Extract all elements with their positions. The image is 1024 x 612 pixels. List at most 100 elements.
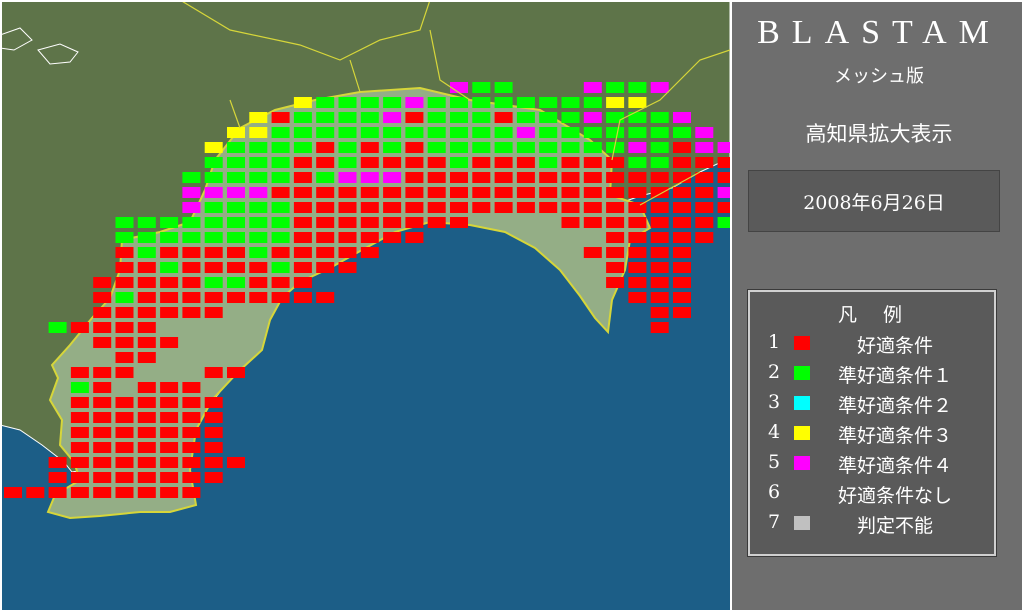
mesh-cell	[293, 127, 312, 138]
mesh-cell	[204, 367, 223, 378]
legend-num: 3	[768, 391, 781, 413]
mesh-cell	[561, 157, 580, 168]
mesh-cell	[137, 337, 156, 348]
mesh-cell	[383, 217, 402, 228]
mesh-cell	[137, 322, 156, 333]
legend-title: 凡例	[837, 304, 928, 326]
mesh-cell	[695, 127, 714, 138]
mesh-cell	[93, 382, 112, 393]
legend-label: 好適条件なし	[837, 485, 952, 507]
mesh-cell	[115, 322, 134, 333]
mesh-cell	[650, 172, 669, 183]
mesh-cell	[427, 142, 446, 153]
mesh-cell	[673, 127, 691, 138]
mesh-cell	[583, 187, 602, 198]
mesh-cell	[137, 397, 156, 408]
map-view[interactable]	[0, 0, 730, 612]
mesh-cell	[160, 427, 179, 438]
mesh-cell	[427, 127, 446, 138]
mesh-cell	[293, 97, 312, 108]
mesh-cell	[93, 397, 112, 408]
mesh-cell	[249, 142, 268, 153]
mesh-cell	[293, 262, 312, 273]
mesh-cell	[628, 262, 647, 273]
mesh-cell	[271, 127, 290, 138]
mesh-cell	[316, 157, 335, 168]
mesh-cell	[338, 142, 357, 153]
mesh-cell	[561, 142, 580, 153]
mesh-cell	[695, 187, 714, 198]
mesh-cell	[227, 127, 245, 138]
mesh-cell	[271, 202, 290, 213]
mesh-cell	[249, 262, 268, 273]
mesh-cell	[115, 277, 134, 288]
mesh-cell	[472, 202, 491, 213]
mesh-cell	[93, 322, 112, 333]
mesh-cell	[360, 157, 379, 168]
legend-label: 準好適条件２	[837, 395, 952, 417]
mesh-cell	[271, 187, 290, 198]
legend-label: 判定不能	[856, 515, 933, 537]
mesh-cell	[293, 292, 312, 303]
mesh-cell	[160, 472, 179, 483]
legend-label: 準好適条件１	[837, 365, 952, 387]
mesh-cell	[137, 292, 156, 303]
mesh-cell	[249, 217, 268, 228]
mesh-cell	[160, 412, 179, 423]
mesh-cell	[227, 232, 245, 243]
mesh-cell	[494, 172, 513, 183]
legend-swatch	[794, 516, 810, 530]
mesh-cell	[338, 232, 357, 243]
mesh-cell	[271, 217, 290, 228]
mesh-cell	[93, 427, 112, 438]
mesh-cell	[227, 157, 245, 168]
mesh-cell	[628, 142, 647, 153]
mesh-cell	[115, 397, 134, 408]
mesh-cell	[494, 157, 513, 168]
mesh-cell	[48, 457, 67, 468]
mesh-cell	[494, 82, 513, 93]
mesh-cell	[695, 157, 714, 168]
mesh-cell	[673, 277, 691, 288]
mesh-cell	[115, 307, 134, 318]
legend-num: 5	[768, 451, 781, 473]
mesh-cell	[338, 112, 357, 123]
mesh-cell	[383, 142, 402, 153]
mesh-cell	[227, 457, 245, 468]
mesh-cell	[93, 472, 112, 483]
mesh-cell	[115, 337, 134, 348]
mesh-cell	[427, 217, 446, 228]
mesh-cell	[182, 457, 201, 468]
mesh-cell	[182, 172, 201, 183]
mesh-cell	[115, 292, 134, 303]
mesh-cell	[115, 427, 134, 438]
mesh-cell	[115, 412, 134, 423]
mesh-cell	[650, 232, 669, 243]
mesh-cell	[70, 382, 89, 393]
legend: 凡例 1 好適条件 2 準好適条件１ 3 準好適条件２ 4 準好適条件３ 5 準…	[747, 289, 997, 557]
legend-swatch	[794, 336, 810, 350]
mesh-cell	[93, 337, 112, 348]
info-panel: BLASTAM メッシュ版 高知県拡大表示 2008年6月26日 凡例 1 好適…	[730, 0, 1024, 612]
mesh-cell	[383, 112, 402, 123]
mesh-cell	[628, 187, 647, 198]
mesh-cell	[427, 202, 446, 213]
mesh-cell	[516, 157, 535, 168]
mesh-cell	[227, 202, 245, 213]
mesh-cell	[160, 247, 179, 258]
mesh-cell	[4, 487, 22, 498]
mesh-cell	[137, 247, 156, 258]
mesh-cell	[271, 142, 290, 153]
mesh-cell	[316, 112, 335, 123]
mesh-cell	[93, 487, 112, 498]
mesh-cell	[472, 112, 491, 123]
mesh-cell	[182, 382, 201, 393]
mesh-cell	[93, 457, 112, 468]
mesh-cell	[204, 292, 223, 303]
legend-item: 3 準好適条件２	[750, 387, 994, 417]
mesh-cell	[695, 232, 714, 243]
mesh-cell	[137, 277, 156, 288]
mesh-cell	[628, 82, 647, 93]
mesh-cell	[650, 112, 669, 123]
mesh-cell	[606, 82, 625, 93]
